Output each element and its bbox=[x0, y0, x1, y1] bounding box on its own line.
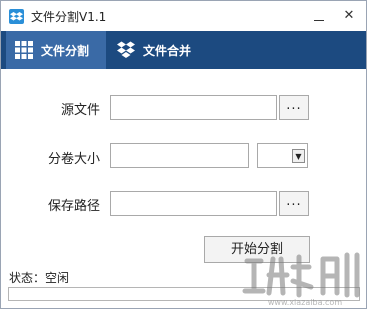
grid-icon bbox=[15, 41, 33, 59]
dropbox-icon bbox=[117, 41, 135, 58]
save-path-label: 保存路径 bbox=[48, 199, 101, 214]
app-logo-icon bbox=[9, 9, 24, 24]
tab-file-merge-label: 文件合并 bbox=[143, 44, 192, 58]
close-icon: ✕ bbox=[343, 8, 355, 23]
source-file-input[interactable] bbox=[110, 95, 277, 120]
title-bar: 文件分割V1.1 ✕ bbox=[1, 1, 366, 31]
tab-file-split-label: 文件分割 bbox=[41, 44, 90, 58]
save-path-input[interactable] bbox=[110, 191, 277, 216]
minimize-icon bbox=[314, 20, 324, 21]
watermark-logo: www.xiazaiba.com bbox=[242, 252, 360, 307]
source-browse-button[interactable]: ... bbox=[279, 95, 309, 120]
app-window: 文件分割V1.1 ✕ 文件分割 文件合并 源文件 ... 分卷大小 ▼ 保存路径… bbox=[0, 0, 367, 309]
tab-file-merge[interactable]: 文件合并 bbox=[108, 31, 218, 69]
minimize-button[interactable] bbox=[309, 6, 329, 26]
source-file-label: 源文件 bbox=[61, 103, 101, 118]
volume-unit-select[interactable]: ▼ bbox=[257, 143, 308, 168]
svg-text:www.xiazaiba.com: www.xiazaiba.com bbox=[268, 298, 342, 307]
volume-size-input[interactable] bbox=[110, 143, 249, 168]
volume-size-label: 分卷大小 bbox=[48, 152, 101, 167]
window-title: 文件分割V1.1 bbox=[31, 10, 107, 24]
status-text: 状态：空闲 bbox=[9, 271, 70, 285]
dropdown-arrow-icon: ▼ bbox=[292, 149, 305, 163]
close-button[interactable]: ✕ bbox=[339, 6, 359, 26]
save-path-browse-button[interactable]: ... bbox=[279, 191, 309, 216]
tab-file-split[interactable]: 文件分割 bbox=[6, 31, 106, 69]
toolbar: 文件分割 文件合并 bbox=[1, 31, 366, 69]
